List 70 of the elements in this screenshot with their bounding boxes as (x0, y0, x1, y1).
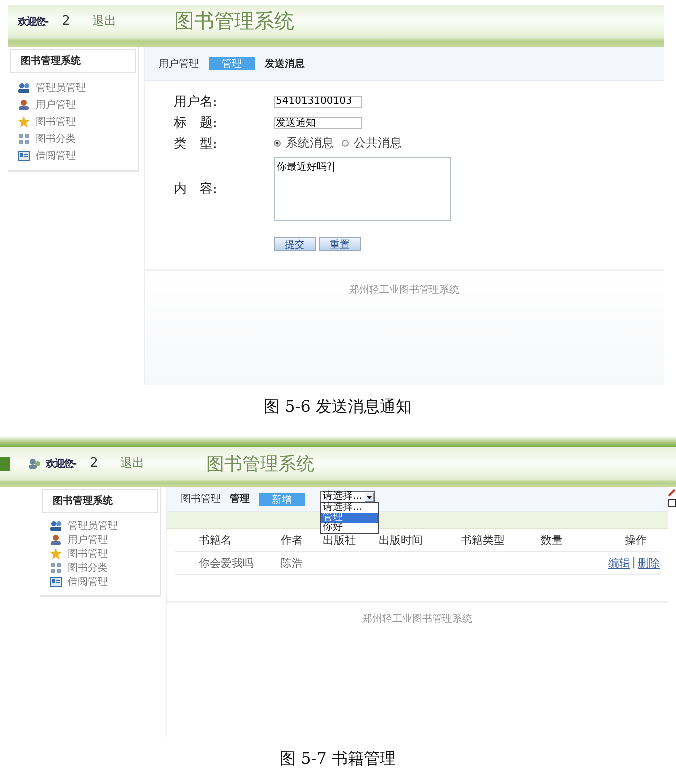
sidebar-item[interactable]: 图书分类 (68, 561, 108, 575)
figure-caption: 图 5-6 发送消息通知 (263, 397, 413, 418)
dropdown[interactable]: 请选择... (320, 491, 375, 503)
sidebar-title: 图书管理系统 (42, 489, 158, 513)
user-icon (18, 98, 30, 110)
form-button[interactable]: 重置 (319, 237, 361, 251)
tab-button[interactable]: 管理 (209, 57, 255, 70)
column-header: 操作 (624, 532, 647, 548)
text-area[interactable]: 你最近好吗?| (274, 157, 451, 221)
page-label: 管理 (230, 492, 250, 506)
field-label: 类 型: (174, 136, 218, 152)
column-header: 出版时间 (379, 532, 424, 548)
section-label: 图书管理 (181, 492, 221, 506)
section-label: 用户管理 (159, 58, 199, 70)
page-label: 发送消息 (265, 58, 305, 70)
form-button[interactable]: 提交 (274, 237, 316, 251)
app-icon (0, 456, 10, 472)
logout-link[interactable]: 退出 (120, 455, 144, 472)
welcome-text: 欢迎您- (46, 457, 76, 470)
dropdown-option[interactable]: 请选择... (321, 503, 378, 513)
field-label: 标 题: (174, 114, 218, 132)
logout-link[interactable]: 退出 (92, 13, 116, 30)
column-header: 出版社 (323, 532, 357, 548)
user-name: 2 (62, 14, 70, 29)
user-icon (50, 534, 62, 546)
dropdown-option[interactable]: 你好 (321, 523, 378, 533)
action-link[interactable]: 删除 (638, 556, 660, 570)
footer-text: 郑州轻工业图书管理系统 (362, 612, 472, 627)
system-title: 图书管理系统 (206, 452, 314, 476)
sidebar-item[interactable]: 图书管理 (36, 114, 76, 128)
sidebar-item[interactable]: 管理员管理 (68, 519, 118, 533)
sidebar-item[interactable]: 图书分类 (36, 132, 76, 146)
sidebar-item[interactable]: 管理员管理 (36, 80, 86, 94)
field-label: 内 容: (174, 181, 218, 198)
input-field[interactable]: 发送通知 (274, 116, 362, 128)
pen-icon (668, 489, 676, 497)
grid-icon (50, 562, 62, 574)
tab-button[interactable]: 新增 (259, 492, 305, 506)
input-field[interactable]: 541013100103 (274, 96, 362, 108)
action-link[interactable]: 编辑 (608, 556, 630, 570)
sidebar-title: 图书管理系统 (10, 49, 136, 73)
star-icon (18, 116, 30, 128)
card-icon (50, 576, 62, 588)
people-icon (18, 82, 30, 94)
field-label: 用户名: (174, 94, 218, 110)
sidebar-item[interactable]: 用户管理 (68, 533, 108, 547)
sidebar-item[interactable]: 借阅管理 (36, 148, 76, 162)
system-title: 图书管理系统 (174, 8, 294, 35)
sidebar-item[interactable]: 借阅管理 (68, 575, 108, 589)
column-header: 作者 (281, 532, 304, 548)
user-name: 2 (90, 456, 98, 471)
table-cell-text: 陈浩 (281, 556, 304, 570)
radio-option[interactable]: 系统消息 (274, 135, 334, 152)
grid-icon (18, 132, 30, 144)
people-icon (50, 520, 62, 532)
star-icon (50, 548, 62, 560)
radio-option[interactable]: 公共消息 (342, 135, 402, 152)
column-header: 书籍类型 (461, 532, 506, 548)
sidebar-item[interactable]: 图书管理 (68, 547, 108, 561)
column-header: 数量 (541, 532, 564, 548)
separator-text: | (632, 556, 636, 570)
card-icon (18, 150, 30, 162)
column-header: 书籍名 (198, 532, 233, 548)
footer-text: 郑州轻工业图书管理系统 (350, 284, 460, 298)
table-cell-text: 你会爱我吗 (198, 556, 255, 570)
figure-caption: 图 5-7 书籍管理 (279, 749, 397, 770)
user-icon (28, 458, 42, 470)
sidebar-item[interactable]: 用户管理 (36, 98, 76, 112)
welcome-text: 欢迎您- (18, 15, 48, 28)
caret-icon (364, 492, 374, 502)
